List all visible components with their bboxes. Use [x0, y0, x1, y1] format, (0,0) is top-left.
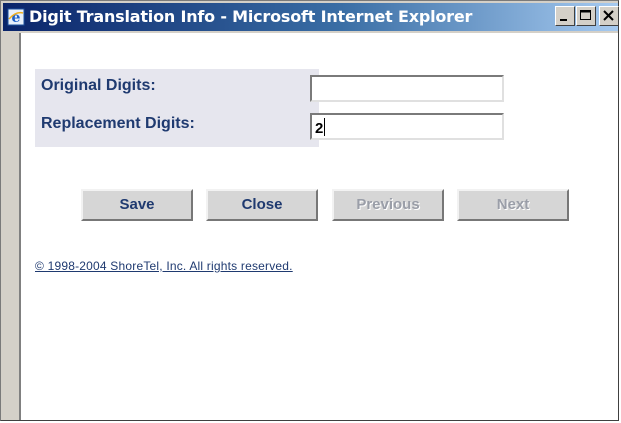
save-button[interactable]: Save	[81, 189, 193, 221]
maximize-button[interactable]	[576, 6, 596, 26]
close-button[interactable]: Close	[206, 189, 318, 221]
window-title: Digit Translation Info - Microsoft Inter…	[29, 7, 473, 26]
original-digits-label: Original Digits:	[41, 77, 156, 94]
maximize-icon	[580, 10, 591, 20]
original-digits-field[interactable]	[310, 75, 504, 102]
text-caret	[324, 118, 326, 136]
copyright-link[interactable]: © 1998-2004 ShoreTel, Inc. All rights re…	[35, 259, 293, 273]
close-icon	[603, 10, 614, 21]
form-panel: Original Digits: Replacement Digits:	[35, 69, 319, 147]
replacement-digits-label: Replacement Digits:	[41, 115, 195, 132]
page-content: Original Digits: Replacement Digits: 2 S…	[19, 33, 618, 420]
replacement-digits-value: 2	[315, 120, 324, 137]
internet-explorer-icon[interactable]: e	[7, 8, 25, 26]
browser-window: e Digit Translation Info - Microsoft Int…	[0, 0, 619, 421]
minimize-button[interactable]	[555, 6, 575, 26]
close-window-button[interactable]	[599, 6, 619, 26]
next-button[interactable]: Next	[457, 189, 569, 221]
replacement-digits-field[interactable]: 2	[310, 113, 504, 140]
title-bar[interactable]: e Digit Translation Info - Microsoft Int…	[3, 3, 619, 31]
minimize-icon	[560, 19, 567, 21]
previous-button[interactable]: Previous	[332, 189, 444, 221]
